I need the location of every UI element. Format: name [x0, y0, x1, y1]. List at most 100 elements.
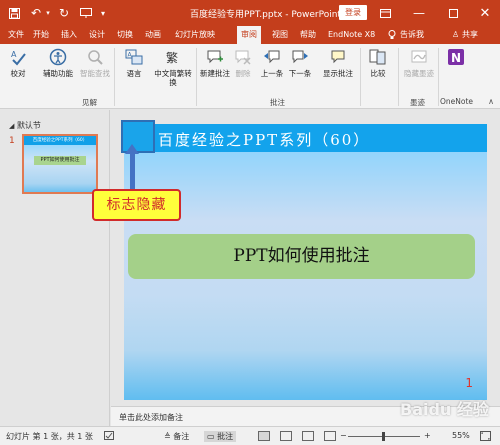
annotation-callout: 标志隐藏 [92, 189, 181, 221]
slide-content-box[interactable]: PPT如何使用批注 [128, 234, 475, 279]
proofing-label: 校对 [10, 69, 26, 78]
previous-comment-icon [263, 48, 281, 66]
notes-icon: ≜ [164, 432, 171, 441]
title-bar: ↶ ▾ ↻ ▾ 百度经验专用PPT.pptx - PowerPoint 登录 —… [0, 0, 500, 26]
close-icon[interactable]: ✕ [478, 0, 492, 26]
status-bar: 幻灯片 第 1 张，共 1 张 ≜ 备注 ▭ 批注 − + 55% [0, 426, 500, 445]
next-comment-button[interactable]: 下一条 [284, 48, 316, 78]
tab-view[interactable]: 视图 [272, 26, 288, 44]
new-comment-label: 新建批注 [200, 69, 230, 78]
maximize-icon[interactable] [446, 0, 460, 26]
undo-dropdown-icon[interactable]: ▾ [44, 0, 52, 26]
window-title: 百度经验专用PPT.pptx - PowerPoint [190, 10, 341, 20]
login-button[interactable]: 登录 [339, 5, 367, 20]
ribbon-display-options-icon[interactable] [378, 0, 392, 26]
zoom-slider-thumb[interactable] [382, 432, 385, 441]
tab-transitions[interactable]: 切换 [117, 26, 133, 44]
spellcheck-status-icon[interactable] [104, 431, 116, 443]
hide-ink-button[interactable]: 隐藏墨迹 [399, 48, 439, 78]
show-comments-label: 显示批注 [323, 69, 353, 78]
notes-placeholder[interactable]: 单击此处添加备注 [119, 412, 183, 423]
save-icon[interactable] [6, 0, 22, 26]
svg-text:繁: 繁 [166, 50, 178, 65]
collapse-section-icon[interactable]: ◢ [9, 122, 14, 130]
smart-lookup-label: 智能查找 [80, 69, 110, 78]
tab-animations[interactable]: 动画 [145, 26, 161, 44]
fit-to-window-icon[interactable] [480, 431, 491, 443]
notes-toggle-button[interactable]: ≜ 备注 [164, 431, 189, 442]
show-comments-button[interactable]: 显示批注 [318, 48, 358, 78]
tab-help[interactable]: 帮助 [300, 26, 316, 44]
slide-thumbnail[interactable]: 百度经验之PPT系列（60） PPT如何使用批注 [22, 134, 98, 194]
tab-file[interactable]: 文件 [8, 26, 24, 44]
reading-view-icon[interactable] [302, 431, 314, 441]
tab-endnote[interactable]: EndNote X8 [328, 26, 375, 44]
collapse-ribbon-icon[interactable]: ∧ [486, 96, 496, 106]
slide-sorter-view-icon[interactable] [280, 431, 292, 441]
hide-ink-icon [410, 48, 428, 66]
slide-number: 1 [9, 136, 15, 146]
baidu-watermark: Baidu 经验 [400, 400, 489, 419]
delete-comment-icon [234, 48, 252, 66]
language-button[interactable]: A 语言 [116, 48, 152, 78]
undo-icon[interactable]: ↶ [28, 0, 44, 26]
tab-design[interactable]: 设计 [89, 26, 105, 44]
tell-me-search[interactable]: 告诉我 [400, 26, 424, 44]
slide-title[interactable]: 百度经验之PPT系列（60） [158, 129, 370, 150]
zoom-in-icon[interactable]: + [424, 431, 431, 440]
tab-home[interactable]: 开始 [33, 26, 49, 44]
ribbon: A 校对 辅助功能 智能查找 见解 A 语言 繁 中文简繁转换 新建批注 删除 … [0, 44, 500, 109]
thumbnail-title: 百度经验之PPT系列（60） [24, 136, 96, 145]
svg-text:A: A [11, 50, 17, 59]
notes-button-label: 备注 [173, 432, 190, 441]
accessibility-check-icon [49, 48, 67, 66]
comments-button-label: 批注 [217, 432, 234, 441]
slide-editing-area: 百度经验之PPT系列（60） PPT如何使用批注 1 [111, 110, 500, 406]
zoom-out-icon[interactable]: − [340, 431, 347, 440]
next-comment-icon [291, 48, 309, 66]
comments-toggle-button[interactable]: ▭ 批注 [204, 431, 237, 442]
chinese-convert-button[interactable]: 繁 中文简繁转换 [152, 48, 194, 87]
previous-comment-label: 上一条 [260, 69, 284, 78]
compare-label: 比较 [370, 69, 386, 78]
tab-insert[interactable]: 插入 [61, 26, 77, 44]
redo-icon[interactable]: ↻ [56, 0, 72, 26]
onenote-button[interactable]: N [444, 48, 468, 69]
compare-icon [369, 48, 387, 66]
normal-view-icon[interactable] [258, 431, 270, 441]
new-comment-icon [206, 48, 224, 66]
spelling-check-icon: A [9, 48, 27, 66]
proofing-button[interactable]: A 校对 [0, 48, 36, 78]
compare-button[interactable]: 比较 [361, 48, 395, 78]
share-user-icon[interactable]: ♙ [452, 26, 459, 44]
insights-group-label: 见解 [82, 98, 97, 107]
show-comments-icon [329, 48, 347, 66]
comments-group-label: 批注 [270, 98, 285, 107]
delete-comment-button[interactable]: 删除 [228, 48, 258, 78]
slide-canvas[interactable]: 百度经验之PPT系列（60） PPT如何使用批注 1 [121, 120, 487, 400]
next-comment-label: 下一条 [288, 69, 312, 78]
zoom-level[interactable]: 55% [452, 431, 470, 440]
onenote-icon: N [447, 48, 465, 66]
ink-group-label: 墨迹 [410, 98, 425, 107]
onenote-group-label: OneNote [440, 97, 474, 106]
customize-toolbar-icon[interactable]: ▾ [98, 0, 108, 26]
share-button[interactable]: 共享 [462, 26, 478, 44]
minimize-icon[interactable]: — [412, 0, 426, 26]
annotation-arrow-shaft [130, 152, 135, 189]
ribbon-separator [438, 48, 439, 106]
language-icon: A [125, 48, 143, 66]
smart-lookup-button[interactable]: 智能查找 [79, 48, 111, 78]
accessibility-button[interactable]: 辅助功能 [38, 48, 78, 78]
accessibility-label: 辅助功能 [43, 69, 73, 78]
section-header[interactable]: ◢ 默认节 [9, 120, 41, 131]
lightbulb-icon[interactable] [388, 26, 396, 44]
smart-lookup-icon [86, 48, 104, 66]
comments-icon: ▭ [207, 432, 215, 441]
slideshow-view-icon[interactable] [324, 431, 336, 441]
tab-review[interactable]: 审阅 [237, 26, 261, 44]
language-label: 语言 [126, 69, 142, 78]
slide-thumbnail-pane: ◢ 默认节 1 百度经验之PPT系列（60） PPT如何使用批注 [0, 110, 110, 426]
tab-slideshow[interactable]: 幻灯片放映 [175, 26, 215, 44]
presentation-start-icon[interactable] [78, 0, 94, 26]
